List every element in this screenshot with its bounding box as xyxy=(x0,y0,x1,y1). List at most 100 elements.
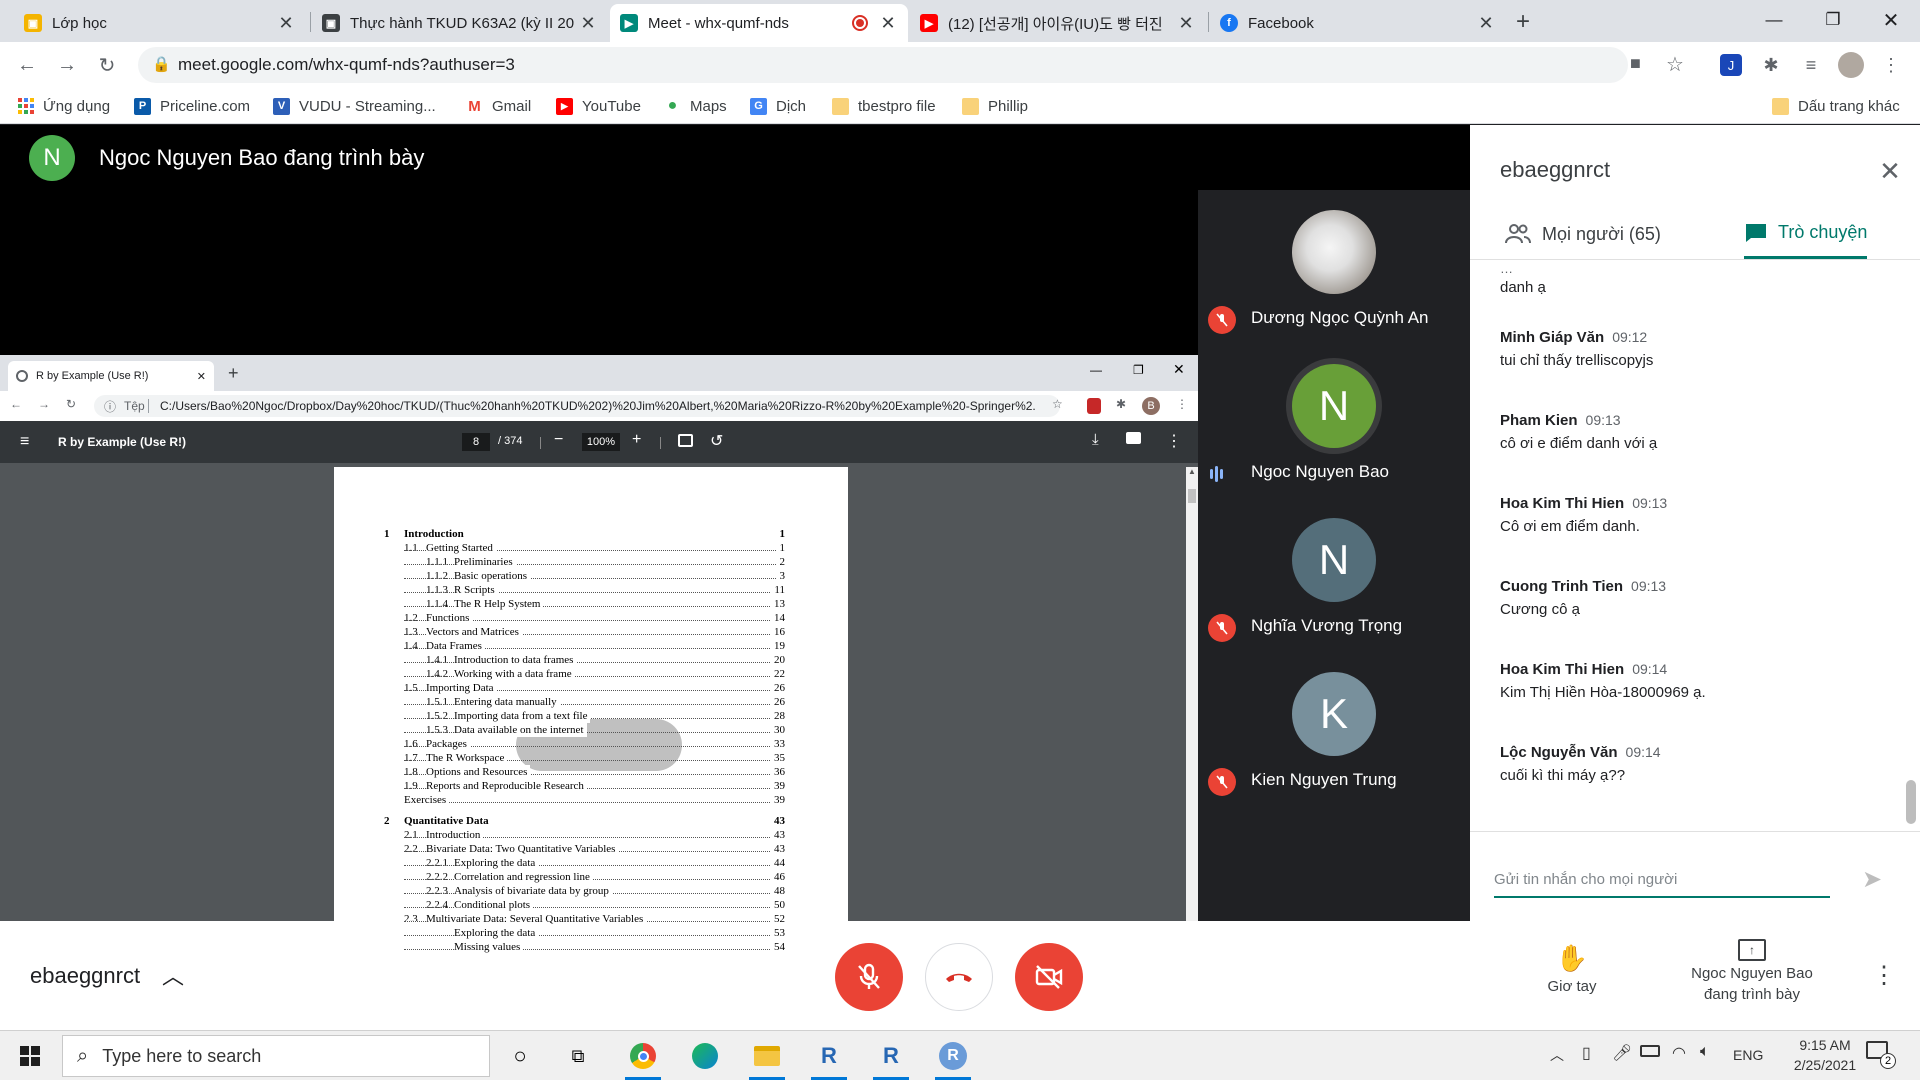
bookmark-translate[interactable]: G Dịch xyxy=(750,94,806,118)
language-indicator[interactable]: ENG xyxy=(1733,1047,1763,1063)
toc-page: 3 xyxy=(776,569,785,583)
send-icon[interactable]: ➤ xyxy=(1862,865,1882,894)
battery-icon[interactable] xyxy=(1640,1045,1660,1057)
bookmark-label: Maps xyxy=(690,97,727,115)
more-options-icon[interactable]: ⋮ xyxy=(1872,961,1896,990)
new-tab-icon: + xyxy=(228,363,239,383)
clock[interactable]: 9:15 AM 2/25/2021 xyxy=(1780,1035,1870,1075)
shared-tab-title: R by Example (Use R!) xyxy=(36,370,149,382)
cortana-icon[interactable]: ○ xyxy=(498,1037,542,1075)
toc-entry: 1.1.4 The R Help System 13 xyxy=(334,597,848,611)
toc-label: Introduction xyxy=(426,828,484,842)
mic-off-icon xyxy=(1208,306,1236,334)
globe-icon xyxy=(16,370,28,382)
tab-meet[interactable]: ▶ Meet - whx-qumf-nds ✕ xyxy=(610,4,908,42)
priceline-icon: P xyxy=(134,97,151,115)
chat-message-text: danh ạ xyxy=(1500,279,1546,296)
profile-avatar[interactable] xyxy=(1838,52,1864,78)
chevron-up-icon[interactable]: ︿ xyxy=(162,959,184,991)
extension-icon[interactable]: J xyxy=(1720,54,1742,76)
bookmark-apps[interactable]: Ứng dụng xyxy=(18,94,110,118)
microphone-toggle-button[interactable] xyxy=(835,943,903,1011)
r-gui-icon[interactable]: R xyxy=(931,1037,975,1080)
participant-tile[interactable]: K Kien Nguyen Trung xyxy=(1198,652,1470,806)
toc-entry: 2 Quantitative Data 43 xyxy=(334,814,848,828)
close-panel-icon[interactable]: ✕ xyxy=(1874,155,1906,187)
toc-label: Introduction to data frames xyxy=(454,653,577,667)
tab-lop-hoc[interactable]: ▣ Lớp học ✕ xyxy=(14,4,306,42)
toc-page: 50 xyxy=(771,898,785,912)
close-tab-icon[interactable]: ✕ xyxy=(1476,13,1496,34)
camera-toggle-button[interactable] xyxy=(1015,943,1083,1011)
address-bar[interactable]: 🔒 meet.google.com/whx-qumf-nds?authuser=… xyxy=(138,47,1684,83)
chat-time: 09:12 xyxy=(1612,329,1648,345)
tab-people[interactable]: Mọi người (65) xyxy=(1504,209,1661,259)
chrome-taskbar-icon[interactable] xyxy=(621,1037,665,1080)
bookmark-gmail[interactable]: M Gmail xyxy=(466,94,531,118)
tab-facebook[interactable]: f Facebook ✕ xyxy=(1210,4,1506,42)
wifi-icon[interactable]: ◠ xyxy=(1672,1043,1686,1063)
tablet-icon[interactable]: ▯ xyxy=(1582,1043,1591,1063)
tab-thuc-hanh[interactable]: ▣ Thực hành TKUD K63A2 (kỳ II 20 ✕ xyxy=(312,4,608,42)
chat-input[interactable]: Gửi tin nhắn cho mọi người xyxy=(1494,862,1830,898)
present-now-button[interactable]: ↑ Ngoc Nguyen Bao đang trình bày xyxy=(1670,939,1834,1003)
close-tab-icon[interactable]: ✕ xyxy=(578,13,598,34)
restore-icon[interactable]: ❐ xyxy=(1810,0,1856,40)
raise-hand-button[interactable]: ✋ Giơ tay xyxy=(1540,943,1604,995)
leave-call-button[interactable] xyxy=(925,943,993,1011)
rotate-icon: ↺ xyxy=(710,433,724,450)
bookmark-other[interactable]: Dấu trang khác xyxy=(1772,94,1900,118)
camera-in-use-icon[interactable]: ■ xyxy=(1630,53,1641,74)
page-total: / 374 xyxy=(498,435,523,447)
file-explorer-icon[interactable] xyxy=(745,1037,789,1080)
r-icon[interactable]: R xyxy=(869,1037,913,1080)
tab-youtube[interactable]: ▶ (12) [선공개] 아이유(IU)도 빵 터진 ✕ xyxy=(910,4,1206,42)
back-icon[interactable]: ← xyxy=(12,50,42,80)
bookmark-star-icon[interactable]: ☆ xyxy=(1666,52,1684,77)
toc-label: The R Workspace xyxy=(426,751,508,765)
chat-scrollbar[interactable] xyxy=(1906,780,1916,824)
close-tab-icon[interactable]: ✕ xyxy=(878,13,898,34)
microphone-icon[interactable]: 🎤︎ xyxy=(1612,1043,1632,1063)
task-view-icon[interactable]: ⧉ xyxy=(556,1037,600,1075)
shared-browser-tabs: R by Example (Use R!) ✕ + — ❐ ✕ xyxy=(0,355,1198,391)
volume-icon[interactable]: 🔈︎ xyxy=(1700,1043,1710,1061)
taskbar-search-box[interactable]: ⌕ Type here to search xyxy=(62,1035,490,1077)
reload-icon[interactable]: ↻ xyxy=(92,50,122,80)
close-tab-icon[interactable]: ✕ xyxy=(1176,13,1196,34)
bookmark-youtube[interactable]: ▶ YouTube xyxy=(556,94,641,118)
chat-message: Hoa Kim Thi Hien 09:13 Cô ơi em điểm danh… xyxy=(1500,495,1900,535)
r-studio-icon[interactable]: R xyxy=(807,1037,851,1080)
notification-badge: 2 xyxy=(1880,1053,1896,1069)
participant-tile[interactable]: N Nghĩa Vương Trọng xyxy=(1198,498,1470,652)
media-control-icon[interactable]: ≡ xyxy=(1798,52,1824,78)
toc-page: 11 xyxy=(771,583,785,597)
extensions-puzzle-icon[interactable]: ✱ xyxy=(1758,52,1784,78)
recording-icon xyxy=(852,15,868,31)
participant-tile[interactable]: Dương Ngọc Quỳnh An xyxy=(1198,190,1470,344)
edge-taskbar-icon[interactable] xyxy=(683,1037,727,1075)
close-window-icon[interactable]: ✕ xyxy=(1868,0,1914,40)
forward-icon[interactable]: → xyxy=(52,50,82,80)
new-tab-button[interactable]: + xyxy=(1516,8,1530,36)
windows-start-icon[interactable] xyxy=(8,1037,52,1075)
tab-chat[interactable]: Trò chuyện xyxy=(1744,209,1868,259)
bookmark-vudu[interactable]: V VUDU - Streaming... xyxy=(273,94,436,118)
minimize-icon[interactable]: — xyxy=(1751,0,1797,40)
menu-icon[interactable]: ⋮ xyxy=(1878,52,1904,78)
chevron-up-icon[interactable]: ︿ xyxy=(1550,1045,1564,1065)
toc-page: 2 xyxy=(776,555,785,569)
bookmark-phillip[interactable]: Phillip xyxy=(962,94,1028,118)
close-tab-icon[interactable]: ✕ xyxy=(276,13,296,34)
toc-label: Vectors and Matrices xyxy=(426,625,522,639)
participant-tile[interactable]: N Ngoc Nguyen Bao xyxy=(1198,344,1470,498)
info-icon: ⓘ xyxy=(104,400,117,414)
bookmark-tbestpro[interactable]: tbestpro file xyxy=(832,94,936,118)
bookmark-priceline[interactable]: P Priceline.com xyxy=(134,94,250,118)
toc-entry: 2.2.2 Correlation and regression line 46 xyxy=(334,870,848,884)
bookmark-label: YouTube xyxy=(582,97,641,115)
notification-icon[interactable]: 2 xyxy=(1866,1041,1896,1069)
chat-input-placeholder: Gửi tin nhắn cho mọi người xyxy=(1494,870,1678,888)
bookmark-maps[interactable]: ● Maps xyxy=(664,94,727,118)
toc-entry: 1.4 Data Frames 19 xyxy=(334,639,848,653)
